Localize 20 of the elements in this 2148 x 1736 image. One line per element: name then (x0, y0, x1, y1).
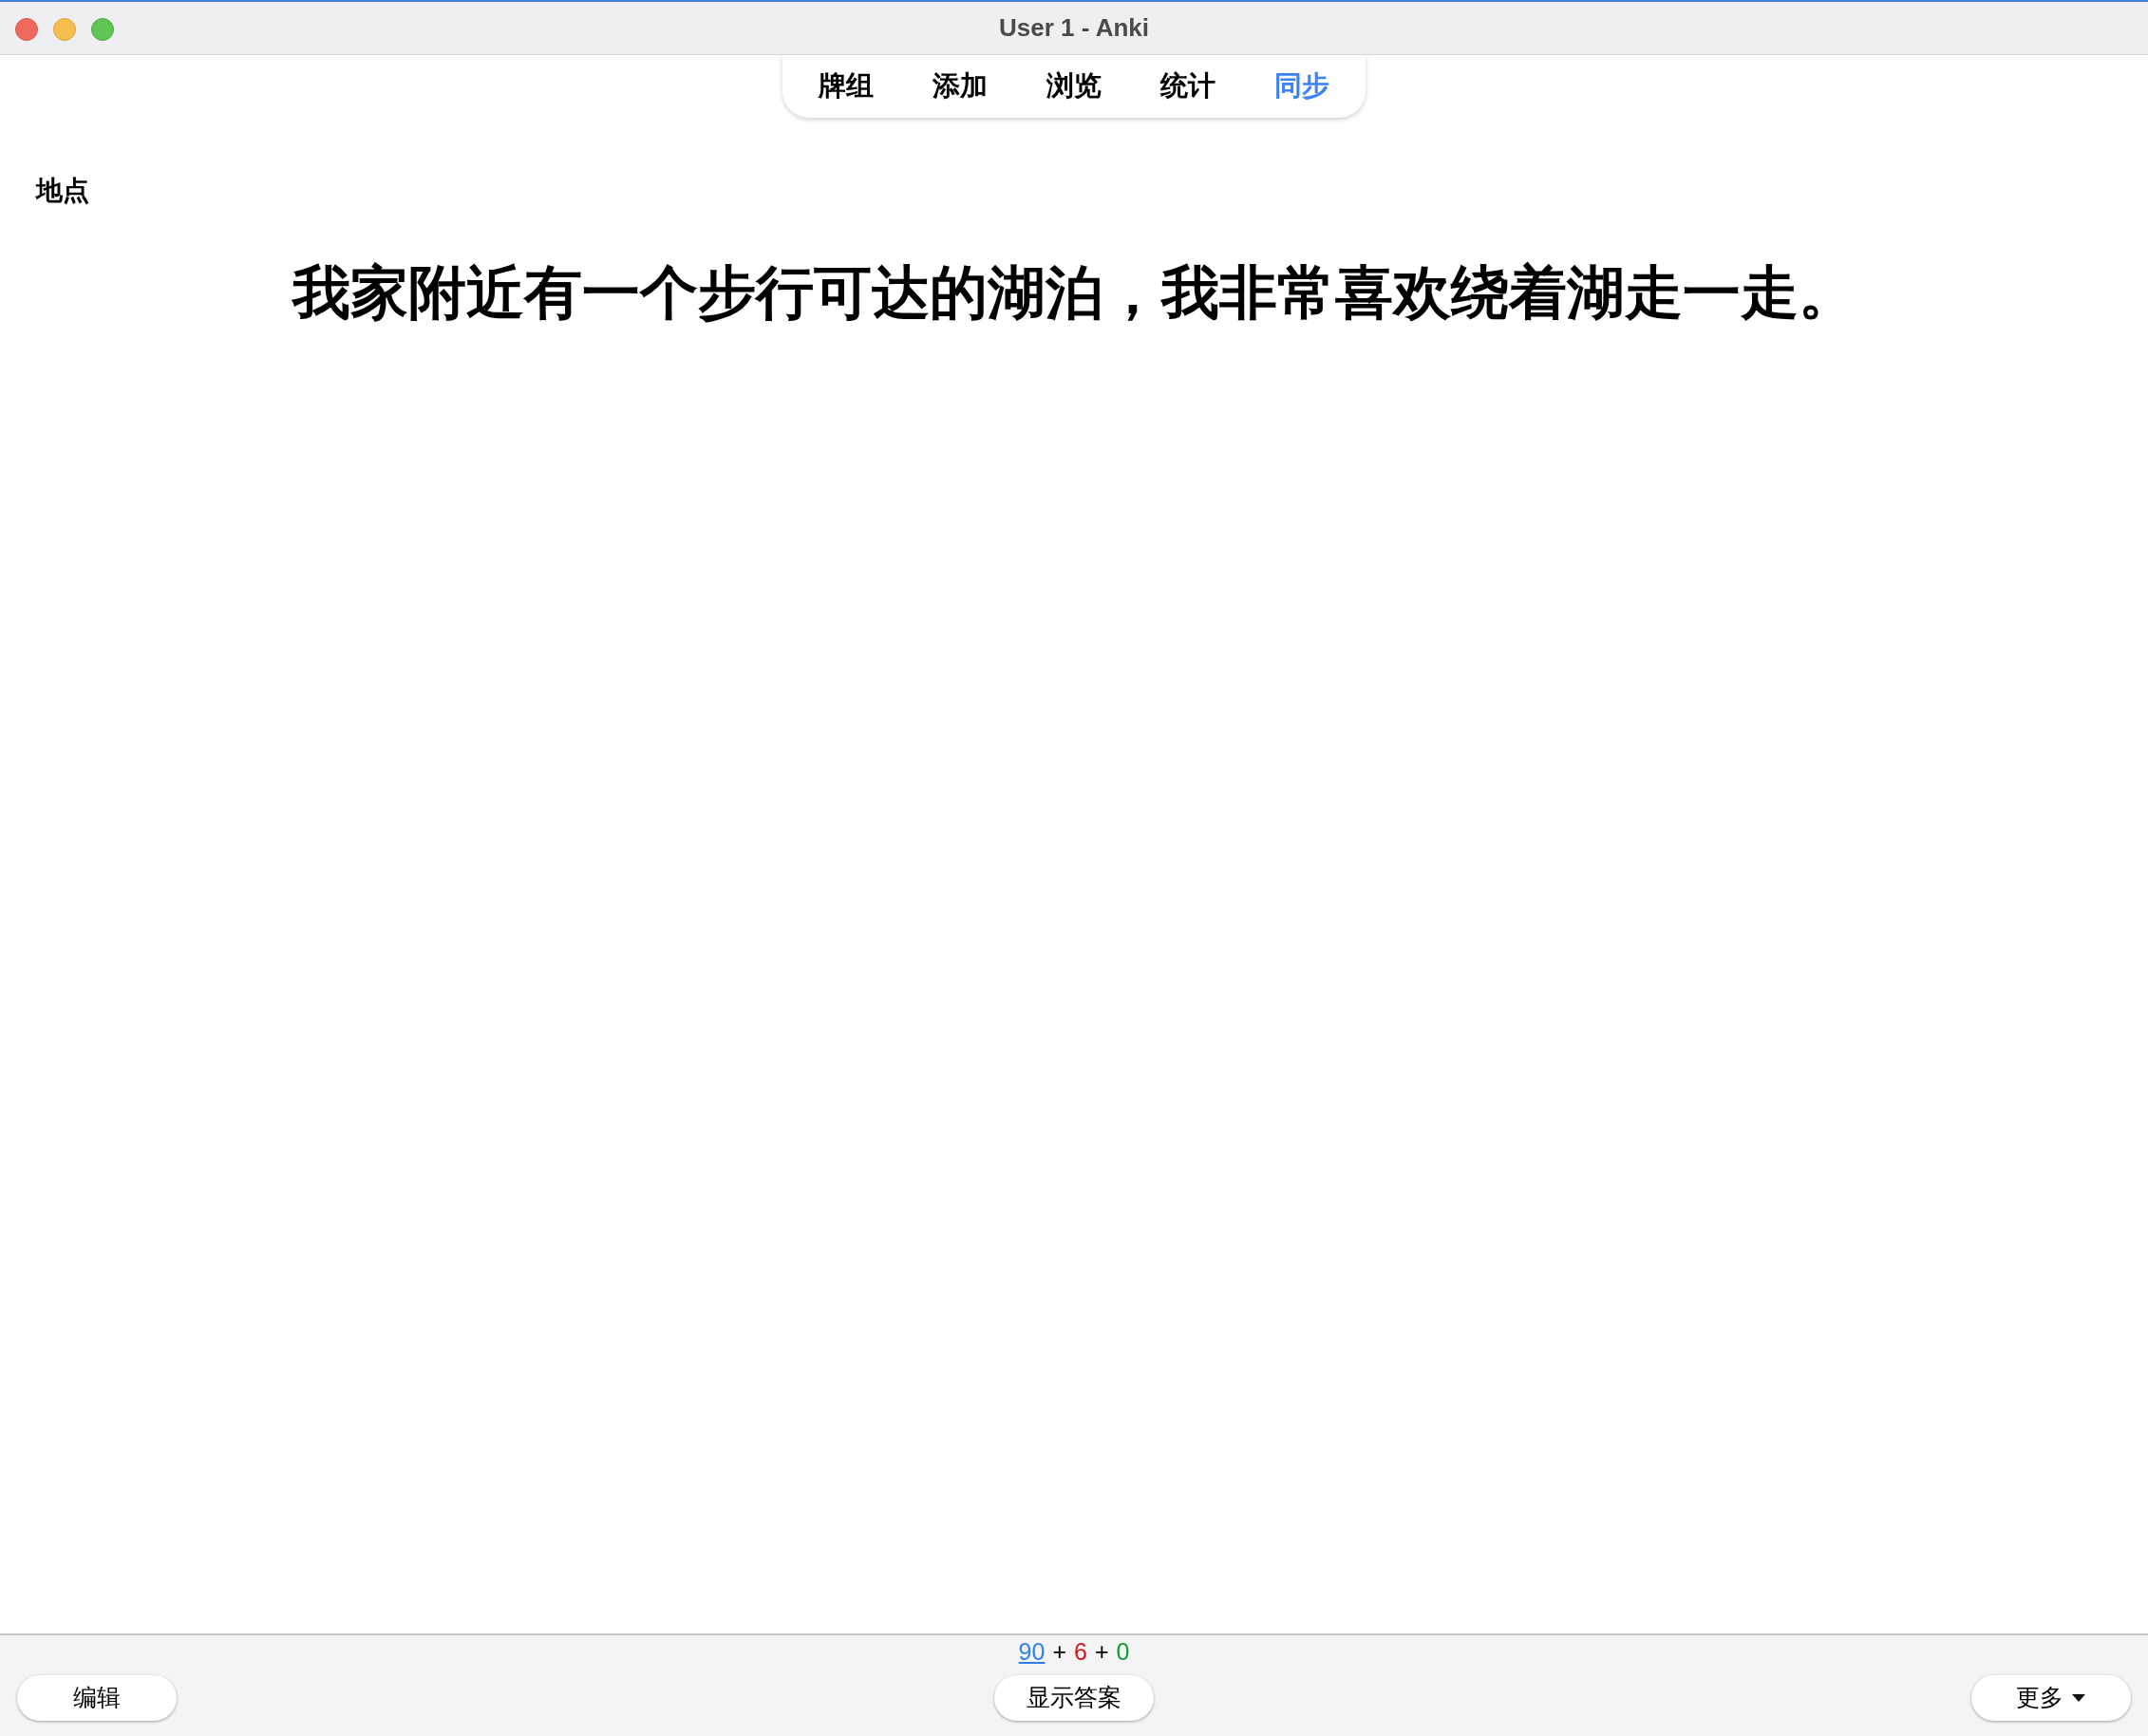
toolbar-link[interactable]: 浏览 (1046, 66, 1102, 107)
plus-sign: + (1094, 1636, 1109, 1667)
zoom-button[interactable] (91, 18, 114, 41)
card-count[interactable]: 90 (1018, 1633, 1046, 1670)
caret-icon (2071, 1693, 2086, 1703)
plus-sign: + (1052, 1636, 1066, 1667)
show-answer-button[interactable]: 显示答案 (994, 1675, 1154, 1721)
card-sentence: 我家附近有一个步行可达的湖泊，我非常喜欢绕着湖走一走。 (292, 257, 1856, 328)
minimize-button[interactable] (53, 18, 76, 41)
close-button[interactable] (15, 18, 38, 41)
card-count: 6 (1074, 1636, 1087, 1667)
toolbar-link[interactable]: 牌组 (819, 66, 874, 107)
toolbar-link[interactable]: 统计 (1160, 66, 1215, 107)
card-count: 0 (1116, 1636, 1130, 1667)
edit-button[interactable]: 编辑 (17, 1675, 177, 1721)
window-title: User 1 - Anki (999, 12, 1149, 44)
toolbar-link[interactable]: 添加 (933, 66, 988, 107)
more-button[interactable]: 更多 (1971, 1675, 2131, 1721)
field-label: 地点 (36, 175, 89, 206)
toolbar-link[interactable]: 同步 (1274, 66, 1329, 107)
